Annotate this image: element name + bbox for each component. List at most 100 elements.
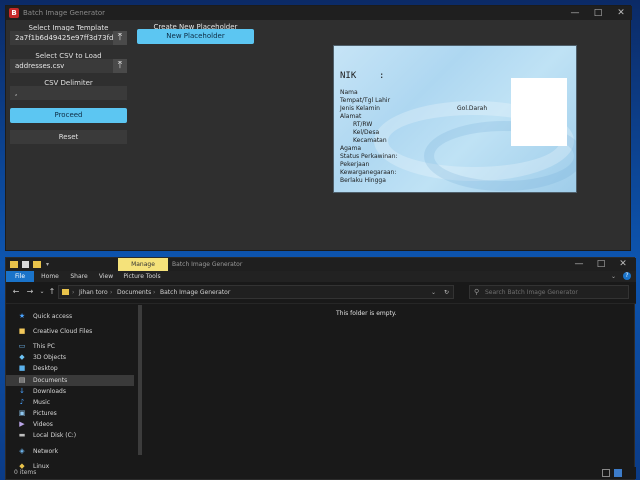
sidebar-item-label: Videos bbox=[33, 421, 53, 428]
breadcrumb-batch-image-generator[interactable]: Batch Image Generator bbox=[160, 287, 230, 298]
cloud-folder-icon: ■ bbox=[18, 327, 26, 335]
breadcrumb-jihan-toro[interactable]: Jihan toro bbox=[79, 287, 108, 298]
template-upload-button[interactable]: ⤒ bbox=[113, 31, 127, 45]
details-view-icon[interactable] bbox=[602, 469, 610, 477]
recent-locations-icon[interactable]: ⌄ bbox=[37, 286, 47, 298]
file-explorer-window: ▾ Manage Batch Image Generator — □ ✕ Fil… bbox=[5, 257, 636, 480]
sidebar-item-desktop[interactable]: ■ Desktop bbox=[6, 363, 134, 374]
tab-share[interactable]: Share bbox=[66, 271, 92, 282]
explorer-title-bar: ▾ Manage Batch Image Generator — □ ✕ bbox=[6, 258, 636, 271]
field-gol-darah: Gol.Darah bbox=[457, 105, 488, 112]
tab-file[interactable]: File bbox=[6, 271, 34, 282]
sidebar-item-creative-cloud-files[interactable]: ■ Creative Cloud Files bbox=[6, 326, 134, 337]
maximize-button[interactable]: □ bbox=[590, 258, 612, 271]
close-button[interactable]: ✕ bbox=[612, 258, 634, 271]
sidebar-item-3d-objects[interactable]: ◆ 3D Objects bbox=[6, 352, 134, 363]
sidebar-item-label: Quick access bbox=[33, 313, 73, 320]
address-dropdown-icon[interactable]: ⌄ bbox=[431, 287, 436, 298]
chevron-right-icon[interactable]: › bbox=[72, 287, 74, 298]
star-icon: ★ bbox=[18, 312, 26, 320]
sidebar-item-label: 3D Objects bbox=[33, 354, 67, 361]
folder-icon bbox=[62, 289, 69, 295]
documents-icon: ▤ bbox=[18, 376, 26, 384]
large-icons-view-icon[interactable] bbox=[614, 469, 622, 477]
quick-access-dropdown-icon[interactable]: ▾ bbox=[46, 258, 49, 271]
close-button[interactable]: ✕ bbox=[610, 6, 632, 20]
download-icon: ↓ bbox=[19, 387, 25, 395]
field-kel-desa: Kel/Desa bbox=[353, 129, 380, 136]
sidebar-item-this-pc[interactable]: ▭ This PC bbox=[6, 341, 134, 352]
pictures-icon: ▣ bbox=[18, 409, 26, 417]
minimize-button[interactable]: — bbox=[564, 6, 586, 20]
refresh-icon[interactable]: ↻ bbox=[444, 287, 449, 298]
sidebar-item-downloads[interactable]: ↓ Downloads bbox=[6, 386, 134, 397]
network-icon: ◈ bbox=[19, 447, 25, 455]
app-logo-icon: B bbox=[9, 8, 19, 18]
sidebar-item-label: Documents bbox=[33, 377, 68, 384]
tab-view[interactable]: View bbox=[94, 271, 118, 282]
address-bar[interactable]: › Jihan toro › Documents › Batch Image G… bbox=[58, 285, 454, 299]
breadcrumb-documents[interactable]: Documents bbox=[117, 287, 151, 298]
field-kecamatan: Kecamatan bbox=[353, 137, 387, 144]
forward-icon[interactable]: → bbox=[25, 286, 35, 298]
csv-delimiter-field[interactable]: , bbox=[10, 86, 127, 100]
back-icon[interactable]: ← bbox=[11, 286, 21, 298]
nik-colon: : bbox=[379, 71, 385, 81]
expand-ribbon-icon[interactable]: ⌄ bbox=[611, 271, 616, 282]
search-box[interactable]: ⚲ Search Batch Image Generator bbox=[469, 285, 629, 299]
videos-icon: ▶ bbox=[19, 420, 25, 428]
field-tempat-tgl-lahir: Tempat/Tgl Lahir bbox=[340, 97, 391, 104]
sidebar-item-label: This PC bbox=[33, 343, 55, 350]
music-icon: ♪ bbox=[19, 398, 25, 406]
tab-home[interactable]: Home bbox=[36, 271, 64, 282]
proceed-button[interactable]: Proceed bbox=[10, 108, 127, 123]
app-title-bar: B Batch Image Generator — □ ✕ bbox=[6, 6, 632, 20]
field-jenis-kelamin: Jenis Kelamin bbox=[340, 105, 380, 112]
folder-icon bbox=[10, 261, 18, 268]
navigation-scrollbar[interactable] bbox=[138, 305, 142, 455]
csv-upload-button[interactable]: ⤒ bbox=[113, 59, 127, 73]
sidebar-item-pictures[interactable]: ▣ Pictures bbox=[6, 408, 134, 419]
properties-icon[interactable] bbox=[22, 261, 29, 268]
cube-icon: ◆ bbox=[19, 353, 25, 361]
new-folder-icon[interactable] bbox=[33, 261, 41, 268]
id-card-template-preview[interactable]: NIK : Nama Tempat/Tgl Lahir Jenis Kelami… bbox=[333, 45, 577, 193]
field-alamat: Alamat bbox=[340, 113, 362, 120]
computer-icon: ▭ bbox=[18, 342, 26, 350]
sidebar-item-label: Downloads bbox=[33, 388, 66, 395]
template-path-field[interactable]: 2a7f1b6d49425e97ff3d73fd: bbox=[10, 31, 113, 45]
explorer-window-title: Batch Image Generator bbox=[172, 261, 243, 268]
chevron-right-icon[interactable]: › bbox=[110, 287, 112, 298]
desktop-folder-icon: ■ bbox=[18, 364, 26, 372]
field-status-perkawinan: Status Perkawinan: bbox=[340, 153, 398, 160]
sidebar-item-quick-access[interactable]: ★ Quick access bbox=[6, 311, 134, 322]
field-agama: Agama bbox=[340, 145, 362, 152]
search-icon: ⚲ bbox=[474, 288, 480, 296]
field-kewarganegaraan: Kewarganegaraan: bbox=[340, 169, 397, 176]
field-pekerjaan: Pekerjaan bbox=[340, 161, 370, 168]
sidebar-item-documents[interactable]: ▤ Documents bbox=[6, 375, 134, 386]
up-icon[interactable]: ↑ bbox=[47, 286, 57, 298]
sidebar-item-linux[interactable]: ◆ Linux bbox=[6, 461, 134, 472]
field-berlaku-hingga: Berlaku Hingga bbox=[340, 177, 386, 184]
photo-placeholder bbox=[511, 78, 567, 146]
chevron-right-icon[interactable]: › bbox=[153, 287, 155, 298]
app-title: Batch Image Generator bbox=[23, 9, 106, 17]
manage-tab[interactable]: Manage bbox=[118, 258, 168, 271]
maximize-button[interactable]: □ bbox=[587, 6, 609, 20]
help-icon[interactable]: ? bbox=[623, 272, 631, 280]
minimize-button[interactable]: — bbox=[568, 258, 590, 271]
sidebar-item-local-disk-c[interactable]: ▬ Local Disk (C:) bbox=[6, 430, 134, 441]
linux-icon: ◆ bbox=[19, 462, 25, 470]
tab-picture-tools[interactable]: Picture Tools bbox=[120, 271, 164, 282]
new-placeholder-button[interactable]: New Placeholder bbox=[137, 29, 254, 44]
reset-button[interactable]: Reset bbox=[10, 130, 127, 144]
drive-icon: ▬ bbox=[18, 431, 26, 439]
sidebar-item-music[interactable]: ♪ Music bbox=[6, 397, 134, 408]
search-placeholder: Search Batch Image Generator bbox=[485, 289, 578, 296]
csv-path-field[interactable]: addresses.csv bbox=[10, 59, 113, 73]
field-nama: Nama bbox=[340, 89, 358, 96]
sidebar-item-network[interactable]: ◈ Network bbox=[6, 446, 134, 457]
desktop-background: B Batch Image Generator — □ ✕ Select Ima… bbox=[0, 0, 640, 480]
sidebar-item-videos[interactable]: ▶ Videos bbox=[6, 419, 134, 430]
